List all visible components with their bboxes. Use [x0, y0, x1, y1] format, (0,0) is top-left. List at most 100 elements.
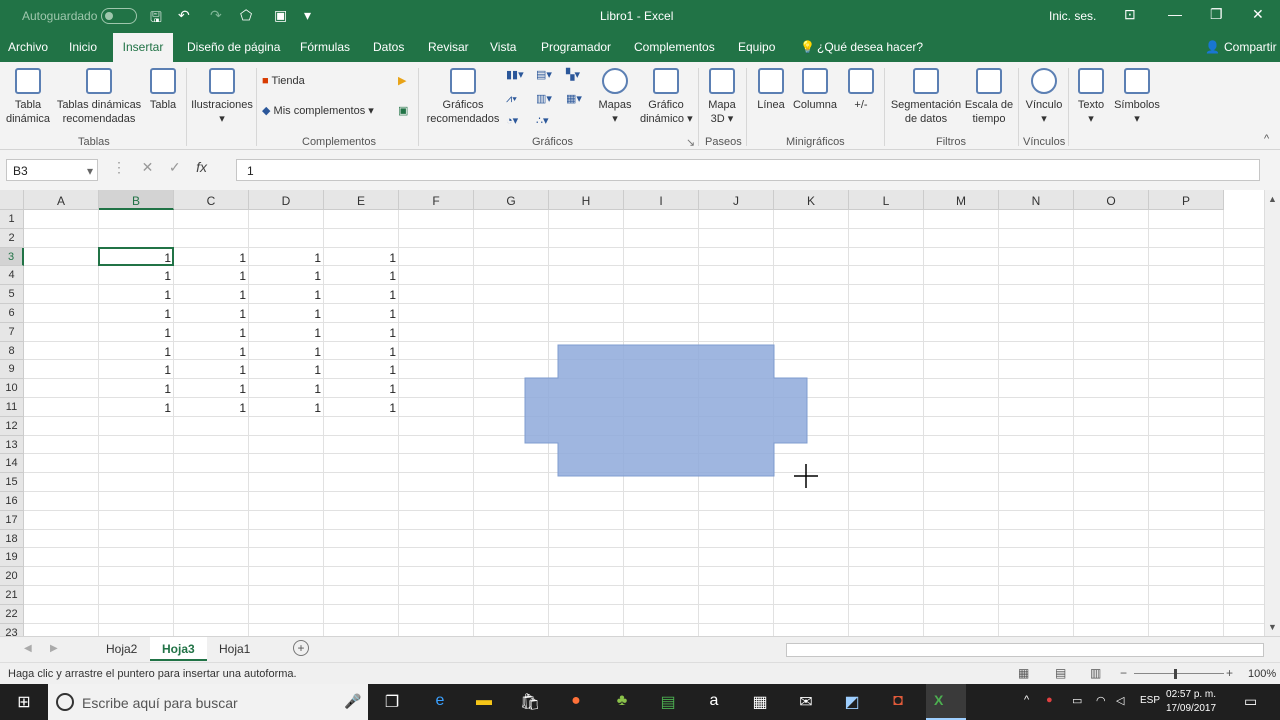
- sheet-tab-hoja1[interactable]: Hoja1: [207, 637, 262, 661]
- next-sheet-icon[interactable]: ▶: [50, 643, 58, 654]
- calculator-icon[interactable]: ▦: [748, 692, 772, 712]
- add-sheet-icon[interactable]: +: [293, 640, 309, 656]
- vertical-scrollbar[interactable]: ▲ ▼: [1264, 190, 1280, 636]
- text-button[interactable]: Texto ▾: [1074, 68, 1108, 126]
- people-graph-icon[interactable]: ▣: [398, 104, 408, 118]
- save-icon[interactable]: 🖫: [150, 7, 162, 31]
- notes-icon[interactable]: ▤: [656, 692, 680, 712]
- ribbon-display-icon[interactable]: ⊡: [1124, 6, 1136, 23]
- autoshape-cross[interactable]: [0, 190, 1264, 636]
- tab-diseno-pagina[interactable]: Diseño de página: [187, 40, 280, 54]
- antivirus-icon[interactable]: ●: [1046, 694, 1053, 706]
- scroll-up-icon[interactable]: ▲: [1268, 194, 1277, 204]
- redo-icon[interactable]: ↷: [210, 7, 222, 24]
- shape-tool-icon[interactable]: ⬠: [240, 7, 252, 24]
- windows-start-icon[interactable]: ⊞: [12, 692, 36, 712]
- battery-icon[interactable]: ▭: [1072, 694, 1082, 707]
- sparkline-winloss-button[interactable]: +/-: [844, 68, 878, 112]
- page-break-icon[interactable]: ▥: [1090, 666, 1101, 680]
- recorder-icon[interactable]: ◘: [886, 692, 910, 712]
- my-addins-button[interactable]: ◆ Mis complementos ▾: [262, 104, 374, 118]
- cortana-icon[interactable]: [56, 693, 74, 711]
- tab-programador[interactable]: Programador: [541, 40, 611, 54]
- tab-equipo[interactable]: Equipo: [738, 40, 775, 54]
- pie-chart-icon[interactable]: ◔▾: [506, 114, 518, 128]
- statistic-chart-icon[interactable]: ▥▾: [536, 92, 552, 106]
- prev-sheet-icon[interactable]: ◀: [24, 643, 32, 654]
- chevron-down-icon[interactable]: ▾: [87, 164, 93, 178]
- taskbar-search[interactable]: Escribe aquí para buscar: [48, 684, 368, 720]
- recommended-pivot-button[interactable]: Tablas dinámicas recomendadas: [56, 68, 142, 126]
- maximize-icon[interactable]: ❐: [1210, 6, 1223, 23]
- bing-icon[interactable]: ▶: [398, 74, 406, 88]
- excel-taskbar-button[interactable]: X: [926, 684, 966, 720]
- tab-inicio[interactable]: Inicio: [69, 40, 97, 54]
- enter-icon[interactable]: ✓: [169, 159, 181, 175]
- amazon-icon[interactable]: a: [702, 692, 726, 712]
- timeline-button[interactable]: Escala de tiempo: [964, 68, 1014, 126]
- tab-formulas[interactable]: Fórmulas: [300, 40, 350, 54]
- pivot-table-button[interactable]: Tabla dinámica: [4, 68, 52, 126]
- collapse-ribbon-icon[interactable]: ^: [1264, 132, 1269, 146]
- combo-chart-icon[interactable]: ▦▾: [566, 92, 582, 106]
- minimize-icon[interactable]: —: [1168, 6, 1182, 22]
- share-button[interactable]: Compartir: [1224, 40, 1277, 54]
- zoom-slider[interactable]: [1134, 673, 1224, 674]
- sparkline-line-button[interactable]: Línea: [754, 68, 788, 112]
- firefox-icon[interactable]: ●: [564, 692, 588, 712]
- undo-icon[interactable]: ↶: [178, 7, 190, 24]
- formula-input[interactable]: 1: [236, 159, 1260, 181]
- sparkline-column-button[interactable]: Columna: [792, 68, 838, 112]
- store-button[interactable]: ■ Tienda: [262, 74, 305, 88]
- pivot-chart-button[interactable]: Gráfico dinámico ▾: [640, 68, 693, 126]
- tab-revisar[interactable]: Revisar: [428, 40, 469, 54]
- maps-button[interactable]: Mapas ▾: [596, 68, 634, 126]
- hierarchy-chart-icon[interactable]: ▤▾: [536, 68, 552, 82]
- horizontal-scrollbar[interactable]: [786, 643, 1264, 657]
- wifi-icon[interactable]: ◠: [1096, 694, 1106, 707]
- camera-icon[interactable]: ▣: [274, 7, 287, 24]
- tab-datos[interactable]: Datos: [373, 40, 404, 54]
- tray-chevron-icon[interactable]: ^: [1024, 694, 1029, 706]
- page-layout-icon[interactable]: ▤: [1055, 666, 1066, 680]
- zoom-out-icon[interactable]: −: [1120, 666, 1127, 680]
- zoom-level[interactable]: 100%: [1248, 668, 1276, 680]
- dialog-launcher-icon[interactable]: ↘: [686, 136, 695, 150]
- normal-view-icon[interactable]: ▦: [1018, 666, 1029, 680]
- sheet-tab-hoja3[interactable]: Hoja3: [150, 637, 207, 661]
- slicer-button[interactable]: Segmentación de datos: [890, 68, 962, 126]
- clock[interactable]: 02:57 p. m. 17/09/2017: [1166, 688, 1216, 716]
- scroll-down-icon[interactable]: ▼: [1268, 622, 1277, 632]
- tell-me-search[interactable]: ¿Qué desea hacer?: [817, 40, 923, 54]
- tab-complementos[interactable]: Complementos: [634, 40, 715, 54]
- autosave-toggle[interactable]: [101, 8, 137, 24]
- store-taskbar-icon[interactable]: 🛍: [518, 692, 542, 712]
- game-icon[interactable]: ♣: [610, 692, 634, 712]
- language-indicator[interactable]: ESP: [1140, 695, 1160, 706]
- link-button[interactable]: Vínculo ▾: [1022, 68, 1066, 126]
- insert-function-icon[interactable]: fx: [196, 159, 207, 175]
- waterfall-chart-icon[interactable]: ▚▾: [566, 68, 580, 82]
- scatter-chart-icon[interactable]: ∴▾: [536, 114, 549, 128]
- column-chart-icon[interactable]: ▮▮▾: [506, 68, 524, 82]
- tab-archivo[interactable]: Archivo: [8, 40, 48, 54]
- symbols-button[interactable]: Símbolos ▾: [1112, 68, 1162, 126]
- sign-in-link[interactable]: Inic. ses.: [1049, 9, 1096, 23]
- microphone-icon[interactable]: 🎤: [344, 693, 361, 710]
- task-view-icon[interactable]: ❐: [380, 692, 404, 712]
- line-chart-icon[interactable]: ⩘▾: [506, 92, 517, 106]
- file-explorer-icon[interactable]: ▬: [472, 692, 496, 712]
- customize-qat-icon[interactable]: ▾: [304, 7, 311, 24]
- recommended-charts-button[interactable]: Gráficos recomendados: [424, 68, 502, 126]
- worksheet-grid[interactable]: ABCDEFGHIJKLMNOP 1 2 3 4 5 6 7 8 9 10 11 12 13 14 15 16…: [0, 190, 1264, 636]
- tab-vista[interactable]: Vista: [490, 40, 516, 54]
- app-icon[interactable]: ◩: [840, 692, 864, 712]
- 3d-map-button[interactable]: Mapa 3D ▾: [704, 68, 740, 126]
- cancel-icon[interactable]: ✕: [142, 159, 154, 175]
- zoom-slider-thumb[interactable]: [1174, 669, 1177, 679]
- table-button[interactable]: Tabla: [146, 68, 180, 112]
- zoom-in-icon[interactable]: +: [1226, 666, 1233, 680]
- edge-icon[interactable]: e: [428, 692, 452, 712]
- cross-shape[interactable]: [524, 344, 808, 477]
- mail-icon[interactable]: ✉: [794, 692, 818, 712]
